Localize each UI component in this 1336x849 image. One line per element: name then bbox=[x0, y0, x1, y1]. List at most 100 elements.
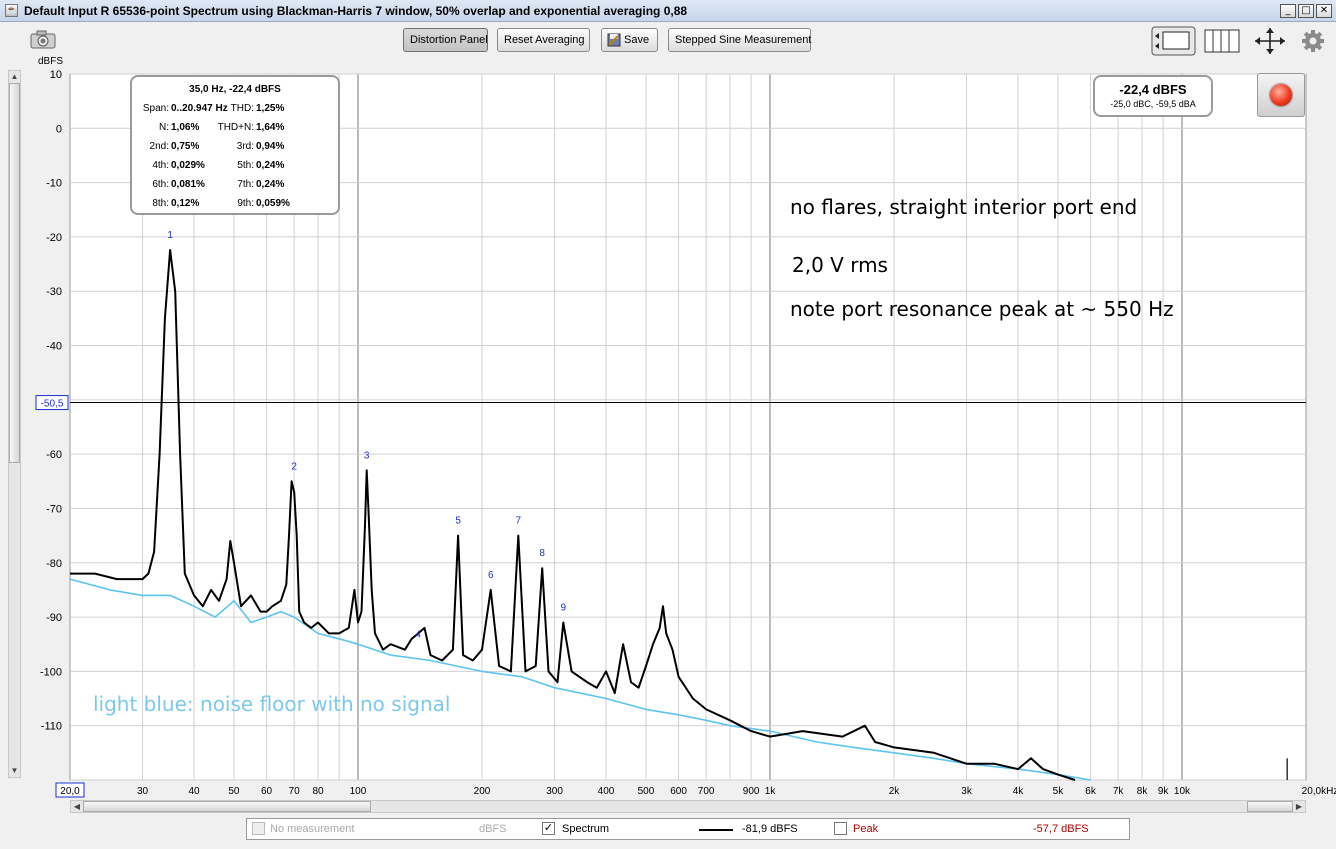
distortion-panel-button[interactable]: Distortion Panel bbox=[403, 28, 488, 52]
harmonic-marker: 2 bbox=[291, 461, 297, 472]
y-tick-label: -80 bbox=[46, 558, 62, 570]
minimize-button[interactable]: _ bbox=[1280, 4, 1296, 18]
reset-averaging-button[interactable]: Reset Averaging bbox=[497, 28, 590, 52]
info-box-header: 35,0 Hz, -22,4 dBFS bbox=[189, 84, 281, 95]
camera-icon[interactable] bbox=[28, 28, 58, 50]
window-title: Default Input R 65536-point Spectrum usi… bbox=[24, 4, 688, 18]
x-tick-label: 70 bbox=[289, 786, 301, 797]
info-value: 0,24% bbox=[256, 160, 285, 171]
info-value: 0,081% bbox=[171, 179, 205, 190]
fit-arrows-icon[interactable] bbox=[1252, 26, 1288, 56]
info-label: 9th: bbox=[237, 198, 254, 209]
no-measurement-checkbox[interactable] bbox=[252, 822, 265, 835]
info-label: 8th: bbox=[152, 198, 169, 209]
info-row: 6th: 0,081% 7th: 0,24% bbox=[132, 179, 338, 193]
level-display: -22,4 dBFS -25,0 dBC, -59,5 dBA bbox=[1093, 75, 1213, 117]
record-button[interactable] bbox=[1257, 73, 1305, 117]
x-tick-label: 3k bbox=[961, 786, 973, 797]
harmonic-marker: 4 bbox=[415, 630, 421, 641]
peak-checkbox[interactable] bbox=[834, 822, 847, 835]
legend-bar: No measurement dBFS ✓ Spectrum -81,9 dBF… bbox=[246, 818, 1130, 840]
x-tick-label: 5k bbox=[1053, 786, 1065, 797]
x-tick-label: 4k bbox=[1013, 786, 1025, 797]
info-value: 0,12% bbox=[171, 198, 200, 209]
x-tick-label: 500 bbox=[638, 786, 655, 797]
spectrum-value: -81,9 dBFS bbox=[742, 823, 798, 835]
save-button[interactable]: Save bbox=[601, 28, 658, 52]
save-icon bbox=[607, 33, 621, 47]
y-tick-label: -40 bbox=[46, 341, 62, 353]
info-value: 0,059% bbox=[256, 198, 290, 209]
gear-icon[interactable] bbox=[1300, 26, 1326, 56]
info-value: 0,029% bbox=[171, 160, 205, 171]
x-tick-label: 50 bbox=[228, 786, 240, 797]
y-tick-label: -60 bbox=[46, 449, 62, 461]
harmonic-marker: 8 bbox=[539, 548, 545, 559]
stepped-sine-measurement-button[interactable]: Stepped Sine Measurement bbox=[668, 28, 811, 52]
x-tick-label: 400 bbox=[598, 786, 615, 797]
columns-icon[interactable] bbox=[1204, 26, 1240, 56]
cursor-label: -50,5 bbox=[41, 399, 64, 410]
y-tick-label: 0 bbox=[56, 123, 62, 135]
info-row: 2nd: 0,75% 3rd: 0,94% bbox=[132, 141, 338, 155]
x-tick-label: 200 bbox=[474, 786, 491, 797]
spectrum-checkbox[interactable]: ✓ bbox=[542, 822, 555, 835]
y-tick-label: -100 bbox=[40, 666, 62, 678]
annotation-voltage: 2,0 V rms bbox=[792, 253, 888, 277]
harmonic-marker: 5 bbox=[455, 516, 461, 527]
y-tick-label: -70 bbox=[46, 503, 62, 515]
annotation-resonance: note port resonance peak at ~ 550 Hz bbox=[790, 297, 1174, 321]
level-sub: -25,0 dBC, -59,5 dBA bbox=[1110, 99, 1196, 109]
horizontal-scrollbar[interactable]: ◀ ▶ bbox=[70, 800, 1306, 813]
y-tick-label: -110 bbox=[41, 721, 62, 733]
close-button[interactable]: ✕ bbox=[1316, 4, 1332, 18]
x-tick-label: 100 bbox=[350, 786, 367, 797]
y-tick-label: -20 bbox=[46, 232, 62, 244]
annotation-port-end: no flares, straight interior port end bbox=[790, 195, 1138, 219]
x-tick-label: 2k bbox=[889, 786, 901, 797]
info-value: 0..20.947 Hz bbox=[171, 103, 228, 114]
horizontal-scroll-thumb[interactable] bbox=[83, 801, 371, 812]
toolbar: Distortion Panel Reset Averaging Save St… bbox=[0, 22, 1336, 62]
no-measurement-unit: dBFS bbox=[479, 823, 507, 835]
info-label: 2nd: bbox=[149, 141, 169, 152]
harmonic-marker: 1 bbox=[167, 230, 173, 241]
x-tick-label: 80 bbox=[312, 786, 324, 797]
info-label: THD+N: bbox=[217, 122, 254, 133]
info-row: 8th: 0,12% 9th: 0,059% bbox=[132, 198, 338, 212]
view-layout-icon[interactable] bbox=[1151, 26, 1196, 56]
peak-value: -57,7 dBFS bbox=[1033, 823, 1089, 835]
info-value: 1,06% bbox=[171, 122, 200, 133]
x-tick-label: 300 bbox=[546, 786, 563, 797]
info-value: 0,24% bbox=[256, 179, 285, 190]
record-icon bbox=[1270, 84, 1292, 106]
harmonic-marker: 6 bbox=[488, 570, 494, 581]
level-main: -22,4 dBFS bbox=[1119, 82, 1187, 97]
y-tick-label: -10 bbox=[46, 178, 62, 190]
info-label: N: bbox=[159, 122, 169, 133]
scroll-right-arrow-icon[interactable]: ▶ bbox=[1293, 801, 1305, 812]
spectrum-label: Spectrum bbox=[562, 823, 610, 835]
spectrum-line-swatch bbox=[699, 829, 733, 831]
x-tick-label: 700 bbox=[698, 786, 715, 797]
x-start-label: 20,0 bbox=[60, 786, 80, 797]
info-value: 1,25% bbox=[256, 103, 285, 114]
harmonic-marker: 9 bbox=[560, 603, 566, 614]
x-tick-label: 9k bbox=[1158, 786, 1170, 797]
x-tick-label: 60 bbox=[261, 786, 273, 797]
x-tick-label: 900 bbox=[743, 786, 760, 797]
info-row: 4th: 0,029% 5th: 0,24% bbox=[132, 160, 338, 174]
no-measurement-label: No measurement bbox=[270, 823, 355, 835]
horizontal-scroll-thumb-right[interactable] bbox=[1247, 801, 1293, 812]
peak-label: Peak bbox=[853, 823, 879, 835]
scroll-left-arrow-icon[interactable]: ◀ bbox=[71, 801, 83, 812]
x-end-label: 20,0kHz bbox=[1302, 786, 1336, 797]
save-label: Save bbox=[624, 34, 650, 46]
info-label: 3rd: bbox=[236, 141, 254, 152]
info-label: THD: bbox=[230, 103, 254, 114]
maximize-button[interactable]: □ bbox=[1298, 4, 1314, 18]
info-row: Span: 0..20.947 Hz THD: 1,25% bbox=[132, 103, 338, 117]
info-label: 6th: bbox=[152, 179, 169, 190]
info-value: 0,75% bbox=[171, 141, 200, 152]
x-tick-label: 600 bbox=[670, 786, 687, 797]
